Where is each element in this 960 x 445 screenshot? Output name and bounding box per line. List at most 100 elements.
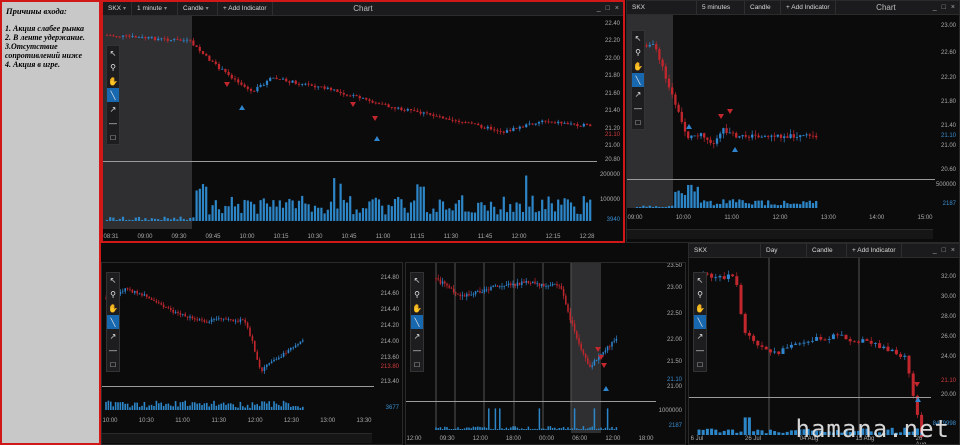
cursor-icon[interactable]: ↖	[107, 273, 119, 287]
navigator-strip[interactable]	[102, 433, 372, 443]
zoom-icon[interactable]: ⚲	[694, 287, 706, 301]
zoom-icon[interactable]: ⚲	[632, 45, 644, 59]
time-axis[interactable]: 08:31 09:00 09:30 09:45 10:00 10:15 10:30 10:45…	[103, 234, 595, 241]
candle-body	[167, 307, 170, 309]
minimize-icon[interactable]: _	[933, 247, 937, 254]
minimize-icon[interactable]: _	[933, 4, 937, 11]
line-icon[interactable]: ╲	[632, 73, 644, 87]
timeframe-selector[interactable]: 1 minute ▾	[132, 2, 179, 16]
zoom-icon[interactable]: ⚲	[107, 287, 119, 301]
line-icon[interactable]: ╲	[107, 88, 119, 102]
hand-icon[interactable]: ✋	[107, 301, 119, 315]
volume-bar	[709, 200, 712, 208]
time-axis[interactable]: 12:00 09:30 12:00 18:00 00:00 06:00 12:00 18:00	[406, 436, 653, 444]
volume-bar	[448, 208, 451, 221]
candle-body	[764, 346, 768, 350]
close-icon[interactable]: ×	[951, 247, 955, 254]
price-chart[interactable]	[102, 263, 374, 413]
drawing-toolbar: ↖ ⚲ ✋ ╲ ↗ — □	[106, 45, 120, 145]
rect-icon[interactable]: □	[632, 115, 644, 129]
volume-bar	[218, 404, 220, 410]
candle-body	[425, 112, 429, 114]
line-icon[interactable]: ╲	[694, 315, 706, 329]
price-tick: 23.00	[940, 23, 956, 29]
minimize-icon[interactable]: _	[597, 5, 601, 12]
volume-bar	[302, 406, 304, 410]
rect-icon[interactable]: □	[107, 130, 119, 144]
time-tick: 00:00	[539, 436, 555, 442]
time-axis[interactable]: 10:00 10:30 11:00 11:30 12:00 12:30 13:00 13:30	[102, 418, 372, 427]
maximize-icon[interactable]: □	[942, 4, 946, 11]
hline-icon[interactable]: —	[107, 116, 119, 130]
chart-window-multiday: 23.50 23.00 22.50 22.00 21.50 21.10 21.0…	[405, 262, 686, 445]
ticker-selector[interactable]: SKX	[627, 1, 697, 15]
maximize-icon[interactable]: □	[942, 247, 946, 254]
candle-body	[166, 38, 169, 41]
hline-icon[interactable]: —	[411, 343, 423, 357]
arrow-icon[interactable]: ↗	[107, 329, 119, 343]
candle-body	[562, 288, 565, 296]
zoom-icon[interactable]: ⚲	[107, 60, 119, 74]
candle-body	[664, 66, 667, 79]
hand-icon[interactable]: ✋	[632, 59, 644, 73]
price-chart[interactable]	[627, 15, 935, 211]
hand-icon[interactable]: ✋	[107, 74, 119, 88]
candle-body	[496, 130, 499, 132]
maximize-icon[interactable]: □	[606, 5, 610, 12]
cursor-icon[interactable]: ↖	[411, 273, 423, 287]
price-axis[interactable]: 22.40 22.20 22.00 21.80 21.60 21.40 21.2…	[595, 16, 623, 231]
close-icon[interactable]: ×	[951, 4, 955, 11]
arrow-icon[interactable]: ↗	[107, 102, 119, 116]
chart-type-selector[interactable]: Candle ▾	[178, 2, 219, 16]
ticker-selector[interactable]: SKX ▾	[103, 2, 133, 16]
rect-icon[interactable]: □	[411, 357, 423, 371]
cursor-icon[interactable]: ↖	[694, 273, 706, 287]
line-icon[interactable]: ╲	[411, 315, 423, 329]
candle-body	[844, 334, 848, 340]
volume-bar	[450, 429, 453, 430]
price-axis[interactable]: 214.80 214.60 214.40 214.20 214.00 213.8…	[372, 263, 402, 413]
hline-icon[interactable]: —	[632, 101, 644, 115]
cursor-icon[interactable]: ↖	[632, 31, 644, 45]
rect-icon[interactable]: □	[107, 357, 119, 371]
volume-bar	[764, 433, 768, 435]
chart-type-selector[interactable]: Candle	[745, 1, 781, 15]
rect-icon[interactable]: □	[694, 357, 706, 371]
hand-icon[interactable]: ✋	[694, 301, 706, 315]
add-indicator-button[interactable]: + Add Indicator	[847, 244, 902, 258]
arrow-icon[interactable]: ↗	[632, 87, 644, 101]
zoom-icon[interactable]: ⚲	[411, 287, 423, 301]
hline-icon[interactable]: —	[694, 343, 706, 357]
hline-icon[interactable]: —	[107, 343, 119, 357]
arrow-icon[interactable]: ↗	[694, 329, 706, 343]
line-icon[interactable]: ╲	[107, 315, 119, 329]
add-indicator-button[interactable]: + Add Indicator	[781, 1, 836, 15]
price-axis[interactable]: 23.00 22.60 22.20 21.80 21.40 21.10 21.0…	[933, 15, 959, 215]
cursor-icon[interactable]: ↖	[107, 46, 119, 60]
price-axis[interactable]: 23.50 23.00 22.50 22.00 21.50 21.10 21.0…	[653, 263, 685, 433]
chart-type-selector[interactable]: Candle	[807, 244, 847, 258]
time-axis[interactable]: 09:00 10:00 11:00 12:00 13:00 14:00 15:00	[627, 215, 933, 224]
price-chart[interactable]	[689, 258, 931, 438]
price-chart[interactable]	[103, 16, 597, 231]
price-chart[interactable]	[406, 263, 656, 433]
volume-bar	[220, 403, 222, 410]
volume-bar	[553, 211, 557, 221]
navigator-strip[interactable]	[627, 229, 933, 239]
timeframe-selector[interactable]: Day	[761, 244, 807, 258]
volume-tick: 100000	[599, 197, 620, 203]
volume-bar	[606, 408, 609, 430]
candle-body	[794, 343, 798, 345]
volume-bar	[735, 202, 738, 208]
entry-reasons-panel: Причины входа: 1. Акция слабее рынка 2. …	[0, 0, 101, 445]
price-tick: 21.60	[604, 91, 620, 97]
ticker-selector[interactable]: SKX	[689, 244, 761, 258]
close-icon[interactable]: ×	[615, 5, 619, 12]
timeframe-selector[interactable]: 5 minutes	[697, 1, 745, 15]
candle-body	[658, 49, 661, 60]
candle-body	[848, 339, 852, 342]
hand-icon[interactable]: ✋	[411, 301, 423, 315]
arrow-icon[interactable]: ↗	[411, 329, 423, 343]
add-indicator-button[interactable]: + Add Indicator	[218, 2, 273, 16]
candle-body	[416, 110, 419, 112]
